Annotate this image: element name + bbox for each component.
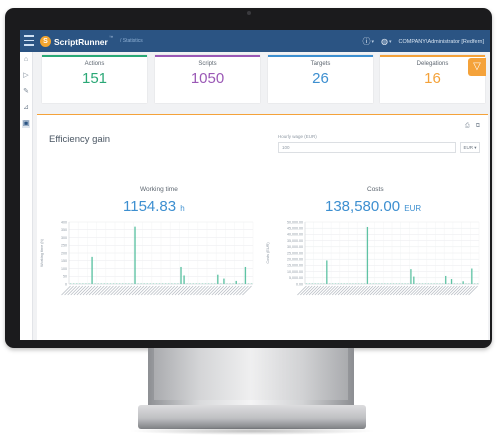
bar: [445, 275, 447, 284]
y-tick-label: 40,000.00: [287, 233, 303, 237]
card-value: 1050: [190, 70, 225, 87]
y-tick-label: 45,000.00: [287, 227, 303, 231]
bar: [471, 268, 473, 284]
y-tick-label: 50: [63, 275, 67, 279]
bar: [134, 226, 136, 284]
sidebar-play-icon[interactable]: ▷: [22, 72, 30, 80]
card-label: Targets: [310, 61, 331, 67]
monitor-stand-arm-highlight: [154, 348, 348, 400]
app-screen: S ScriptRunner ™ / Statistics ⓘ ▾ ◍ ▾ CO…: [20, 30, 490, 340]
y-tick-label: 35,000.00: [287, 239, 303, 243]
costs-value: 138,580.00: [325, 198, 401, 215]
working-time-total: 1154.83 h: [123, 198, 185, 215]
bar: [450, 279, 453, 284]
y-axis-title: Working time (h): [40, 238, 44, 267]
card-accent-bar: [380, 55, 485, 57]
brand-trademark: ™: [108, 35, 114, 40]
card-targets[interactable]: Targets 26: [268, 55, 373, 103]
bar: [217, 274, 219, 284]
hamburger-menu-icon[interactable]: [24, 35, 34, 47]
costs-unit: EUR: [404, 204, 422, 213]
working-time-unit: h: [180, 204, 185, 213]
card-accent-bar: [42, 55, 147, 57]
info-dropdown-caret-icon[interactable]: ▾: [372, 39, 375, 45]
panel-divider: [37, 114, 488, 115]
brand[interactable]: S ScriptRunner ™: [40, 35, 113, 48]
panel-tools: ⎙ ⧉: [459, 123, 480, 130]
costs-chart: Costs (EUR) 50,000.00 45,000.00 40,000.00 35…: [266, 220, 480, 296]
brand-name: ScriptRunner: [54, 36, 108, 47]
monitor-stand-base: [138, 405, 366, 429]
card-accent-bar: [155, 55, 260, 57]
working-time-title: Working time: [140, 186, 178, 193]
card-actions[interactable]: Actions 151: [42, 55, 147, 103]
hourly-wage-label: Hourly wage (EUR): [278, 134, 317, 139]
panel-title: Efficiency gain: [49, 134, 111, 145]
efficiency-panel: Efficiency gain ⎙ ⧉ Hourly wage (EUR) 100…: [37, 114, 488, 340]
user-globe-icon[interactable]: ◍: [381, 37, 388, 46]
monitor-stand-shadow: [128, 427, 376, 435]
y-tick-label: 150: [61, 259, 67, 263]
y-tick-label: 350: [61, 228, 67, 232]
bar: [326, 260, 328, 284]
working-time-value: 1154.83: [123, 198, 177, 215]
user-company-label[interactable]: COMPANY\Administrator [Redfern]: [399, 39, 484, 45]
bar: [223, 278, 225, 284]
sidebar-image-icon[interactable]: ▣: [22, 120, 30, 128]
hourly-wage-input[interactable]: 100: [278, 142, 456, 153]
card-scripts[interactable]: Scripts 1050: [155, 55, 260, 103]
y-tick-label: 400: [61, 220, 67, 224]
bar: [413, 276, 415, 284]
costs-total: 138,580.00 EUR: [325, 198, 421, 215]
export-icon[interactable]: ⧉: [476, 123, 480, 129]
y-tick-label: 30,000.00: [287, 245, 303, 249]
filter-button[interactable]: ▽: [468, 58, 486, 76]
breadcrumb[interactable]: / Statistics: [120, 38, 143, 44]
sidebar-chart-icon[interactable]: ⊿: [22, 104, 30, 112]
y-axis-title: Costs (EUR): [266, 242, 270, 264]
bar: [410, 269, 412, 284]
scriptrunner-logo-icon: S: [40, 36, 51, 47]
y-tick-label: 250: [61, 244, 67, 248]
sidebar: ⌂ ▷ ✎ ⊿ ▣: [20, 52, 33, 340]
currency-select[interactable]: EUR ▾: [460, 142, 480, 153]
bar: [462, 281, 464, 284]
card-accent-bar: [268, 55, 373, 57]
bar: [366, 226, 369, 284]
y-tick-label: 0: [65, 282, 67, 286]
card-value: 26: [312, 70, 329, 87]
top-right-controls: ⓘ ▾ ◍ ▾ COMPANY\Administrator [Redfern]: [363, 36, 485, 47]
sidebar-home-icon[interactable]: ⌂: [22, 56, 30, 64]
y-tick-label: 300: [61, 236, 67, 240]
y-tick-label: 200: [61, 251, 67, 255]
card-label: Actions: [84, 61, 105, 67]
card-value: 151: [81, 70, 108, 87]
info-icon[interactable]: ⓘ: [363, 36, 371, 47]
y-tick-label: 100: [61, 267, 67, 271]
y-tick-label: 5,000.00: [289, 276, 303, 280]
bar: [183, 275, 185, 284]
y-tick-label: 25,000.00: [287, 251, 303, 255]
y-tick-label: 15,000.00: [287, 264, 303, 268]
bar: [180, 266, 182, 284]
top-bar: S ScriptRunner ™ / Statistics ⓘ ▾ ◍ ▾ CO…: [20, 30, 490, 52]
bar: [244, 266, 247, 284]
y-tick-label: 50,000.00: [287, 220, 303, 224]
y-tick-label: 20,000.00: [287, 258, 303, 262]
y-tick-label: 10,000.00: [287, 270, 303, 274]
bar: [235, 280, 237, 284]
bar: [91, 256, 93, 284]
y-tick-label: 0.00: [296, 282, 303, 286]
costs-title: Costs: [367, 186, 384, 193]
working-time-chart: Working time (h) 400 350 300 250 200 150 100 50 0: [40, 220, 254, 296]
filter-funnel-icon: ▽: [473, 61, 481, 72]
user-dropdown-caret-icon[interactable]: ▾: [389, 39, 392, 45]
print-icon[interactable]: ⎙: [465, 123, 470, 129]
card-label: Scripts: [198, 61, 217, 67]
sidebar-wrench-icon[interactable]: ✎: [22, 88, 30, 96]
webcam: [247, 11, 251, 15]
monitor-frame: S ScriptRunner ™ / Statistics ⓘ ▾ ◍ ▾ CO…: [5, 8, 492, 348]
